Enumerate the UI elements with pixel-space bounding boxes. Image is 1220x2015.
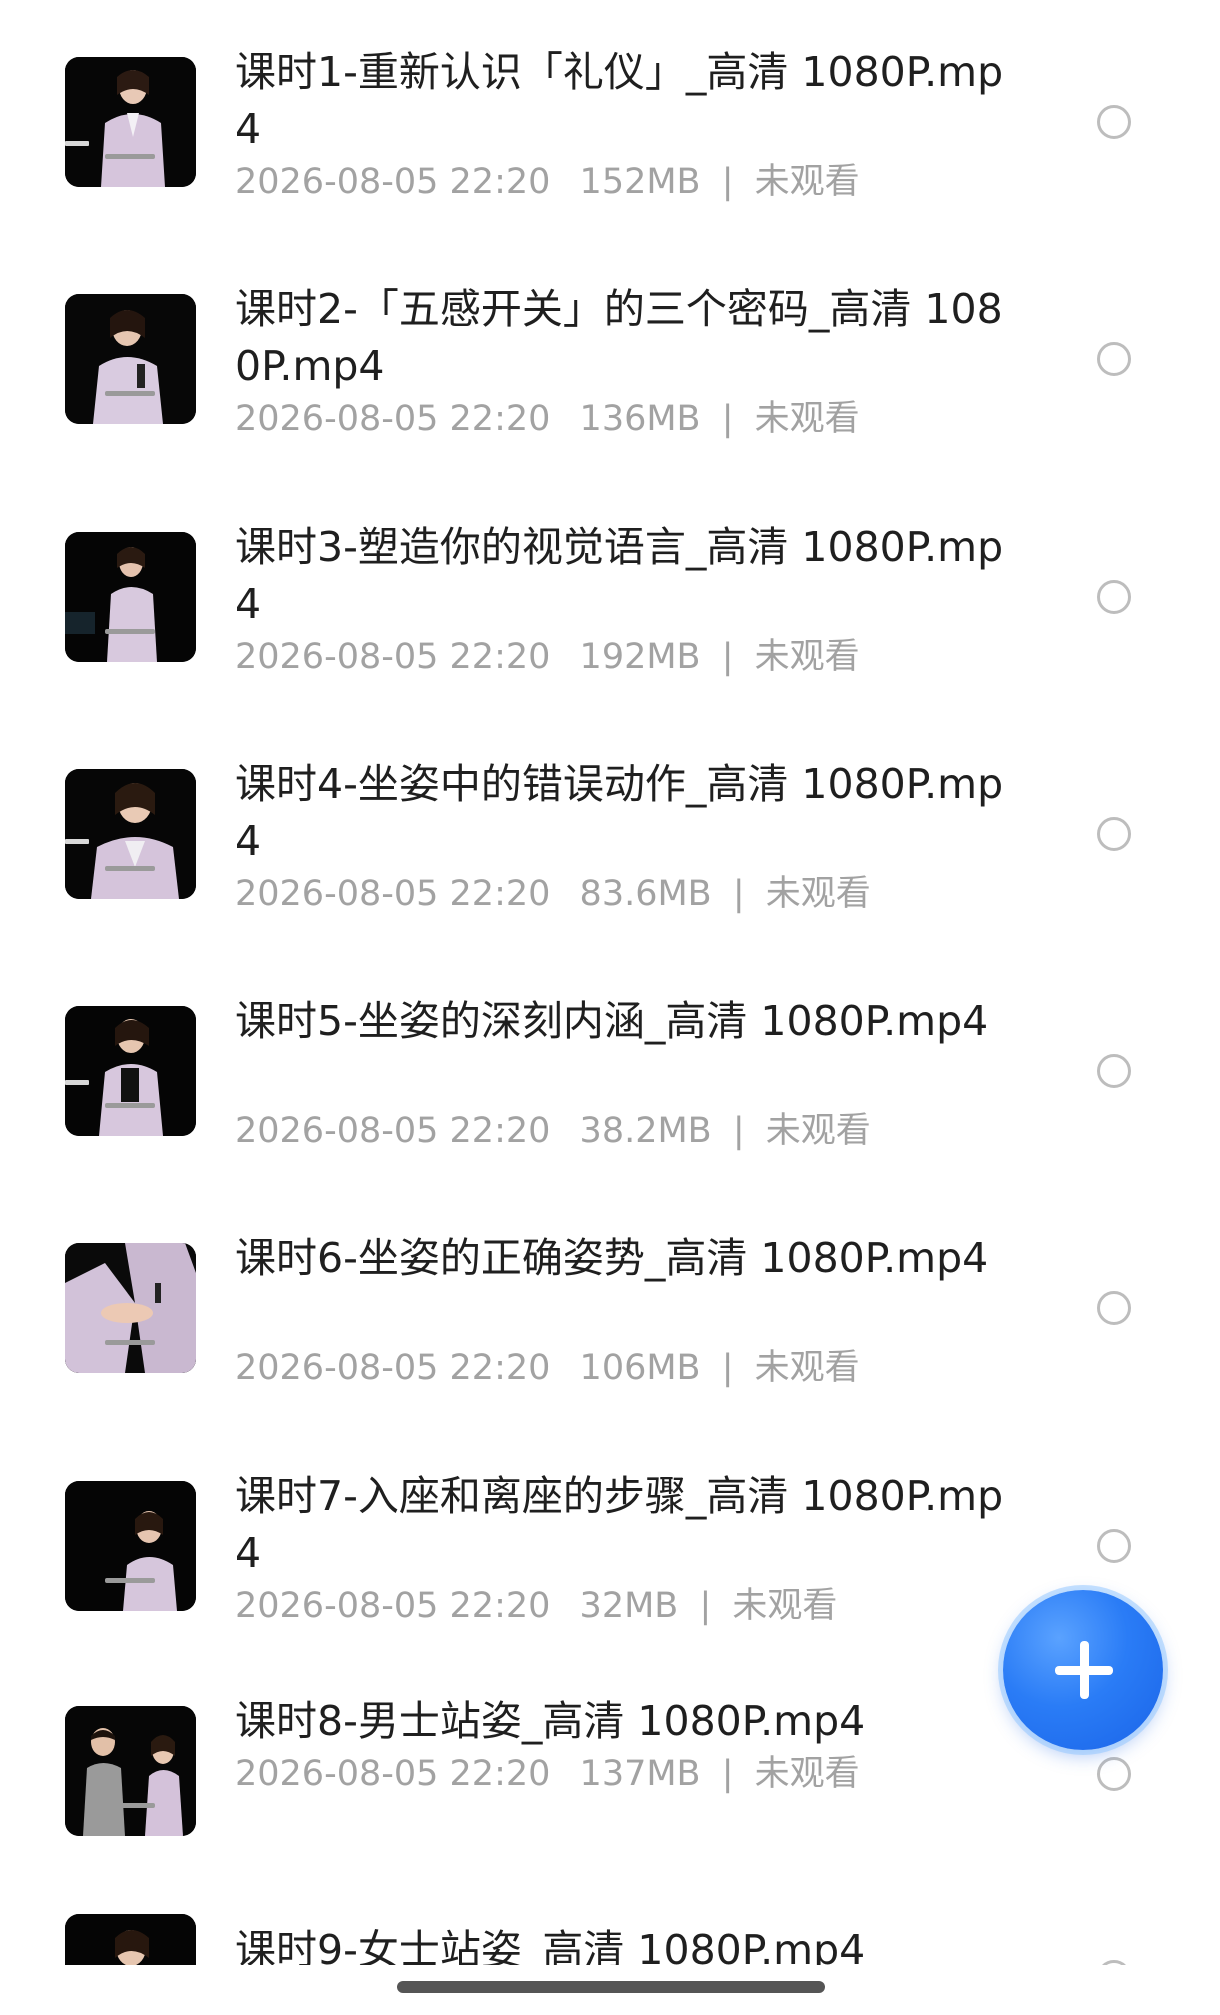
video-thumbnail: [65, 769, 196, 899]
watch-status: 未观看: [754, 399, 860, 439]
presenter-figure: [65, 57, 196, 187]
thumbnail-caption: [65, 141, 89, 146]
hands-closeup: [65, 1243, 196, 1373]
thumbnail-subtitle: [105, 1803, 155, 1808]
meta-separator: |: [732, 874, 745, 914]
file-title: 课时5-坐姿的深刻内涵_高清 1080P.mp4: [235, 997, 989, 1045]
presenter-figure: [65, 1481, 196, 1611]
select-radio[interactable]: [1097, 580, 1131, 614]
meta-separator: |: [721, 637, 734, 677]
add-button[interactable]: [1003, 1590, 1163, 1750]
watch-status: 未观看: [754, 1348, 860, 1388]
home-indicator[interactable]: [397, 1981, 825, 1993]
file-size: 38.2MB: [579, 1111, 712, 1151]
watch-status: 未观看: [765, 1111, 871, 1151]
watch-status: 未观看: [732, 1586, 838, 1626]
file-meta: 2026-08-05 22:20 192MB | 未观看: [235, 637, 860, 677]
meta-separator: |: [699, 1586, 712, 1626]
thumbnail-caption: [65, 839, 89, 844]
file-date: 2026-08-05 22:20: [235, 1754, 551, 1794]
meta-separator: |: [721, 1754, 734, 1794]
presenter-figure: [65, 769, 196, 899]
file-size: 152MB: [579, 162, 701, 202]
file-title: 课时2-「五感开关」的三个密码_高清 1080P.mp4: [235, 285, 1003, 390]
meta-separator: |: [721, 1348, 734, 1388]
presenters-figure: [65, 1706, 196, 1836]
thumbnail-subtitle: [105, 1578, 155, 1583]
select-radio[interactable]: [1097, 1757, 1131, 1791]
presenter-figure: [65, 532, 196, 662]
select-radio[interactable]: [1097, 1054, 1131, 1088]
file-date: 2026-08-05 22:20: [235, 637, 551, 677]
video-thumbnail: [65, 57, 196, 187]
select-radio[interactable]: [1097, 1529, 1131, 1563]
file-size: 137MB: [579, 1754, 701, 1794]
file-title: 课时6-坐姿的正确姿势_高清 1080P.mp4: [235, 1234, 989, 1282]
file-size: 192MB: [579, 637, 701, 677]
select-radio[interactable]: [1097, 342, 1131, 376]
file-meta: 2026-08-05 22:20 152MB | 未观看: [235, 162, 860, 202]
thumbnail-subtitle: [105, 154, 155, 159]
thumbnail-subtitle: [105, 866, 155, 871]
presenter-figure: [65, 294, 196, 424]
presenter-figure: [65, 1006, 196, 1136]
file-title: 课时4-坐姿中的错误动作_高清 1080P.mp4: [235, 760, 1004, 865]
select-radio[interactable]: [1097, 105, 1131, 139]
meta-separator: |: [732, 1111, 745, 1151]
file-date: 2026-08-05 22:20: [235, 1111, 551, 1151]
file-title: 课时7-入座和离座的步骤_高清 1080P.mp4: [235, 1472, 1004, 1577]
video-thumbnail: [65, 1914, 196, 1965]
presenter-figure: [65, 1914, 196, 1965]
file-size: 106MB: [579, 1348, 701, 1388]
thumbnail-subtitle: [105, 391, 155, 396]
video-thumbnail: [65, 1243, 196, 1373]
watch-status: 未观看: [765, 874, 871, 914]
file-date: 2026-08-05 22:20: [235, 1586, 551, 1626]
video-thumbnail: [65, 1481, 196, 1611]
file-date: 2026-08-05 22:20: [235, 874, 551, 914]
file-date: 2026-08-05 22:20: [235, 1348, 551, 1388]
watch-status: 未观看: [754, 1754, 860, 1794]
file-size: 83.6MB: [579, 874, 712, 914]
file-meta: 2026-08-05 22:20 136MB | 未观看: [235, 399, 860, 439]
meta-separator: |: [721, 399, 734, 439]
video-thumbnail: [65, 1706, 196, 1836]
thumbnail-subtitle: [105, 1340, 155, 1345]
file-title: 课时9-女士站姿_高清 1080P.mp4: [235, 1926, 866, 1965]
select-radio[interactable]: [1097, 1960, 1131, 1965]
file-title: 课时3-塑造你的视觉语言_高清 1080P.mp4: [235, 523, 1004, 628]
file-meta: 2026-08-05 22:20 137MB | 未观看: [235, 1754, 860, 1794]
file-meta: 2026-08-05 22:20 32MB | 未观看: [235, 1586, 837, 1626]
file-list-screen: 课时1-重新认识「礼仪」_高清 1080P.mp4 2026-08-05 22:…: [0, 0, 1220, 2015]
watch-status: 未观看: [754, 162, 860, 202]
thumbnail-subtitle: [105, 629, 155, 634]
file-meta: 2026-08-05 22:20 38.2MB | 未观看: [235, 1111, 871, 1151]
file-title: 课时1-重新认识「礼仪」_高清 1080P.mp4: [235, 48, 1004, 153]
file-size: 32MB: [579, 1586, 679, 1626]
file-meta: 2026-08-05 22:20 83.6MB | 未观看: [235, 874, 871, 914]
plus-icon-stroke: [1080, 1641, 1089, 1699]
watch-status: 未观看: [754, 637, 860, 677]
thumbnail-subtitle: [105, 1103, 155, 1108]
select-radio[interactable]: [1097, 817, 1131, 851]
file-date: 2026-08-05 22:20: [235, 162, 551, 202]
file-date: 2026-08-05 22:20: [235, 399, 551, 439]
select-radio[interactable]: [1097, 1291, 1131, 1325]
file-size: 136MB: [579, 399, 701, 439]
video-thumbnail: [65, 532, 196, 662]
file-meta: 2026-08-05 22:20 106MB | 未观看: [235, 1348, 860, 1388]
video-thumbnail: [65, 294, 196, 424]
file-title: 课时8-男士站姿_高清 1080P.mp4: [235, 1697, 866, 1745]
meta-separator: |: [721, 162, 734, 202]
video-thumbnail: [65, 1006, 196, 1136]
thumbnail-caption: [65, 1080, 89, 1085]
